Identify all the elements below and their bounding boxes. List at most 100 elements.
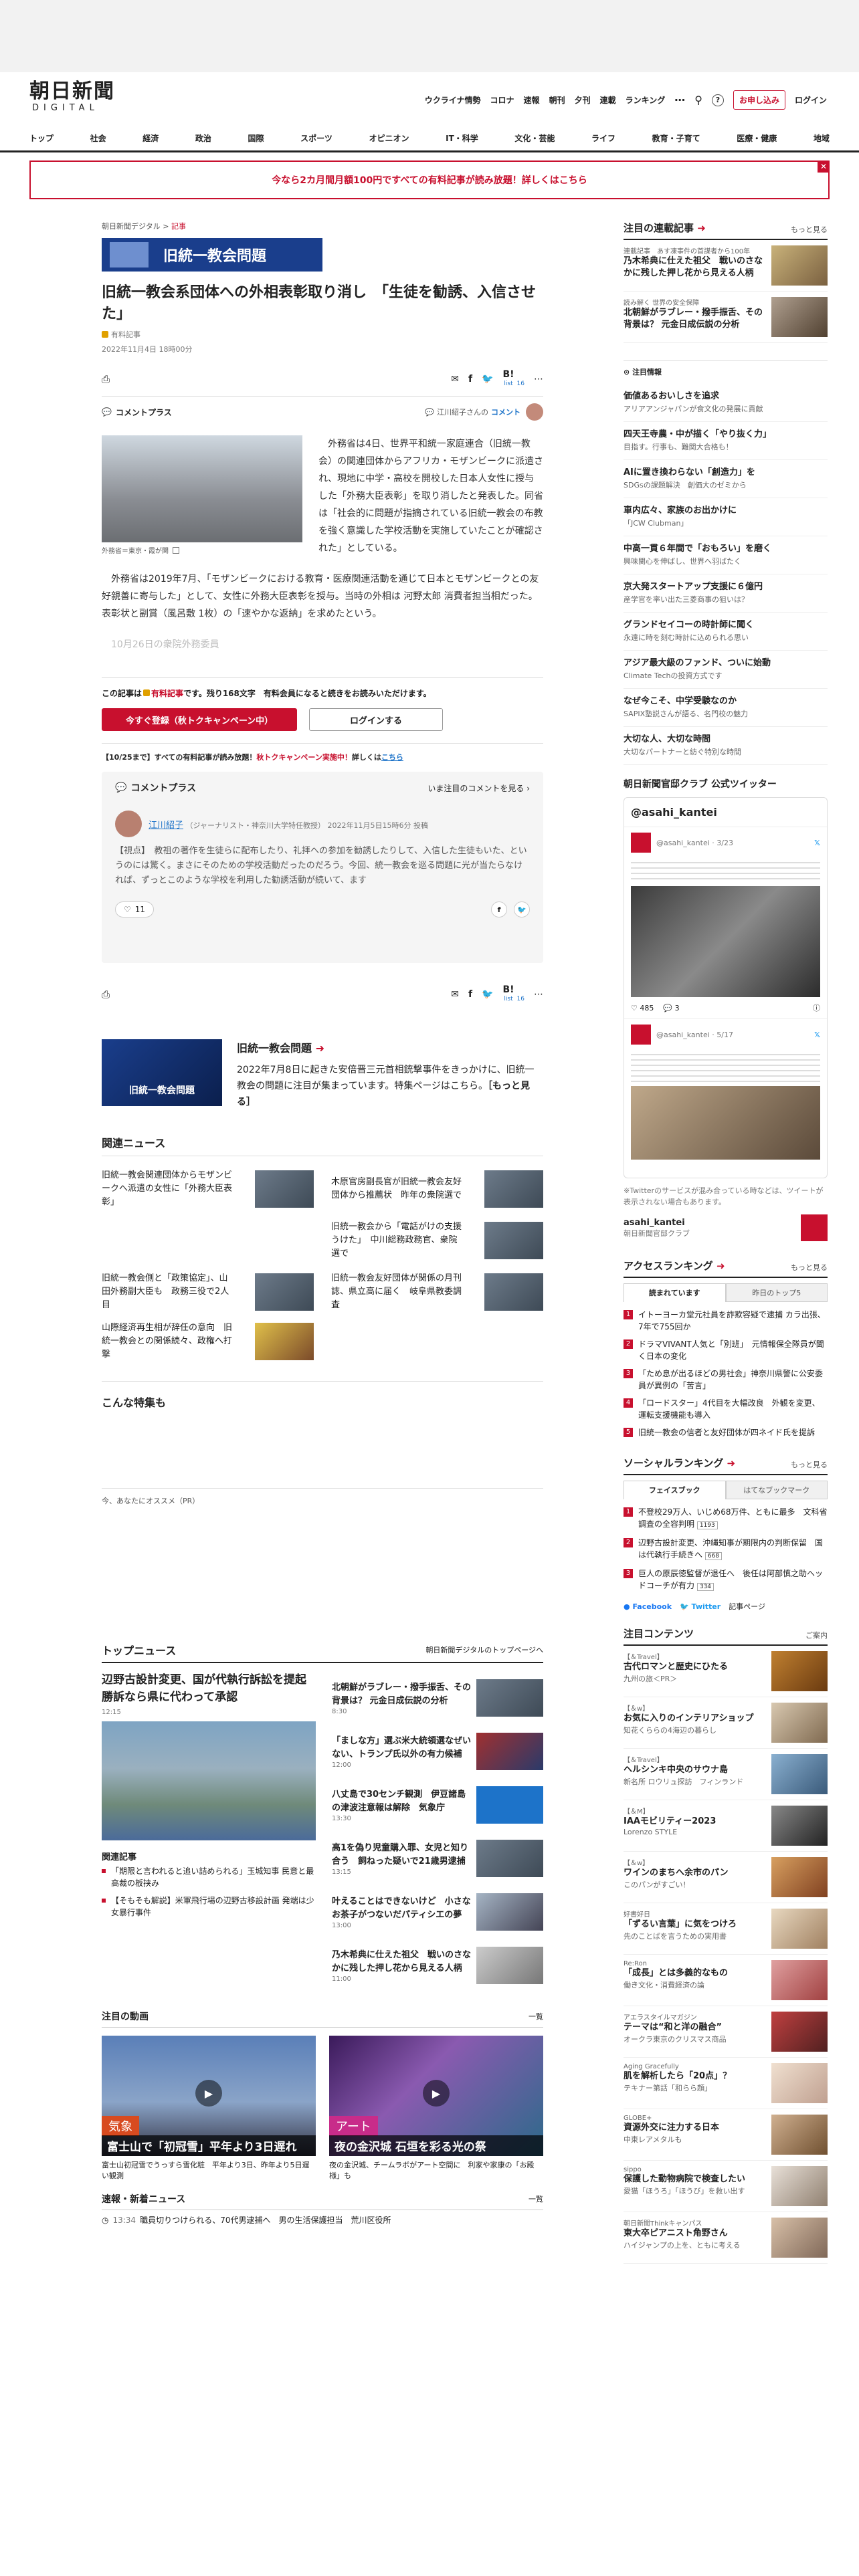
cat-life[interactable]: ライフ (591, 132, 615, 144)
content-item[interactable]: GLOBE+ 資源外交に注力する日本 中東レアメタルも (624, 2109, 828, 2161)
cat-education[interactable]: 教育・子育て (652, 132, 700, 144)
breadcrumb-home[interactable]: 朝日新聞デジタル (102, 222, 161, 231)
play-icon[interactable]: ▶ (423, 2080, 450, 2107)
contents-more-link[interactable]: ご案内 (805, 1630, 828, 1640)
pr-item[interactable]: AIに置き換わらない「創造力」を SDGsの課題解決 創価大のゼミから (624, 460, 828, 498)
ranking-item[interactable]: 2 辺野古設計変更、沖縄知事が期限内の判断保留 国は代執行手続きへ 668 (624, 1534, 828, 1565)
close-icon[interactable]: ✕ (818, 160, 830, 173)
access-more-link[interactable]: もっと見る (791, 1262, 828, 1273)
cat-society[interactable]: 社会 (90, 132, 106, 144)
related-item[interactable]: 木原官房副長官が旧統一教会友好団体から推薦状 昨年の衆院選で (331, 1164, 543, 1214)
see-all-comments-link[interactable]: いま注目のコメントを見る › (427, 782, 530, 794)
play-icon[interactable]: ▶ (195, 2080, 222, 2107)
nav-ukraine[interactable]: ウクライナ情勢 (425, 94, 481, 106)
pr-item[interactable]: 大切な人、大切な時間 大切なパートナーと紡ぐ特別な時間 (624, 727, 828, 765)
content-item[interactable]: Re:Ron 「成長」とは多義的なもの 働き文化・消費経済の論 (624, 1955, 828, 2006)
series-item[interactable]: 読み解く 世界の安全保障 北朝鮮がラブレー・撥手振舌、その背景は？ 元金日成伝説の… (624, 292, 828, 343)
cat-it-science[interactable]: IT・科学 (446, 132, 478, 144)
more-icon[interactable]: ⋯ (674, 94, 685, 106)
pr-item[interactable]: 中高一貫６年間で「おもろい」を磨く 興味関心を伸ばし、世界へ羽ばたく (624, 536, 828, 574)
ranking-item[interactable]: 1 イトーヨーカ堂元社員を詐欺容疑で逮捕 カラ出張、7年で755回か (624, 1306, 828, 1335)
top-news-item[interactable]: 北朝鮮がラブレー・撥手振舌、その背景は？ 元金日成伝説の分析 8:30 (332, 1671, 543, 1725)
tab-hatena[interactable]: はてなブックマーク (725, 1481, 828, 1499)
nav-corona[interactable]: コロナ (490, 94, 514, 106)
heart-icon[interactable]: ♡ 485 (631, 1004, 654, 1012)
tweet-photo[interactable] (631, 886, 820, 997)
content-item[interactable]: 【＆M】 IAAモビリティー2023 Lorenzo STYLE (624, 1800, 828, 1852)
content-item[interactable]: 朝日新聞Thinkキャンパス 東大卒ピアニスト角野さん ハイジャンプの上を、ともに考… (624, 2212, 828, 2264)
search-icon[interactable]: ⚲ (694, 94, 702, 106)
print-icon[interactable]: ⎙ (102, 373, 110, 385)
top-news-item[interactable]: 高1を偽り児童購入罪、女児と知り合う 飼ねった疑いで21歳男逮捕 13:15 (332, 1832, 543, 1885)
special-badge[interactable]: 旧統一教会問題 (102, 238, 322, 272)
breadcrumb-article[interactable]: 記事 (171, 222, 186, 231)
site-logo[interactable]: 朝日新聞 DIGITAL (29, 80, 116, 118)
list-link[interactable]: list (504, 381, 512, 387)
related-item[interactable]: 山際経済再生相が辞任の意向 旧統一教会との関係続々、政権へ打撃 (102, 1317, 314, 1366)
series-item[interactable]: 連載記事 あす凍事件の首謀者から100年 乃木希典に仕えた祖父 戦いのさなかに残し… (624, 240, 828, 292)
related-item[interactable]: 旧統一教会側と「政策協定」、山田外務副大臣も 政務三役で2人目 (102, 1267, 314, 1317)
ranking-item[interactable]: 3 巨人の原辰徳監督が退任へ 後任は阿部慎之助ヘッドコーチが有力 334 (624, 1565, 828, 1596)
cat-top[interactable]: トップ (29, 132, 54, 144)
commenter-link[interactable]: コメント (491, 407, 520, 417)
content-item[interactable]: Aging Gracefully 肌を解析したら「20点」？ テキナー第話「和らら顔… (624, 2058, 828, 2109)
cat-culture[interactable]: 文化・芸能 (514, 132, 555, 144)
cat-health[interactable]: 医療・健康 (737, 132, 777, 144)
related-item[interactable]: 旧統一教会関連団体からモザンビークへ派遣の女性に「外務大臣表彰」 (102, 1164, 314, 1214)
nav-series[interactable]: 連載 (600, 94, 616, 106)
top-news-item[interactable]: 乃木希典に仕えた祖父 戦いのさなかに残した押し花から見える人柄 11:00 (332, 1939, 543, 1992)
mail-icon[interactable]: ✉ (451, 989, 459, 1000)
campaign-banner[interactable]: 今なら2カ月間月額100円ですべての有料記事が読み放題！詳しくはこちら ✕ (29, 160, 830, 199)
nav-evening[interactable]: 夕刊 (575, 94, 591, 106)
cat-region[interactable]: 地域 (814, 132, 830, 144)
cat-opinion[interactable]: オピニオン (369, 132, 409, 144)
special-feature[interactable]: 旧統一教会問題 旧統一教会問題 ➜ 2022年7月8日に起きた安倍晋三元首相銃撃… (102, 1039, 543, 1110)
more-icon[interactable]: ⋯ (534, 989, 543, 1000)
pr-item[interactable]: なぜ今こそ、中学受験なのか SAPIX塾説さんが語る、名門校の魅力 (624, 689, 828, 727)
related-article[interactable]: 【そもそも解説】米軍飛行場の辺野古移設計画 発端は少女暴行事件 (102, 1892, 316, 1921)
video-item[interactable]: ▶ アート 夜の金沢城 石垣を彩る光の祭 夜の金沢城、チームラボがアート空間に … (329, 2036, 543, 2181)
info-icon[interactable]: ⓘ (813, 1002, 820, 1013)
videos-more-link[interactable]: 一覧 (529, 2011, 543, 2022)
nav-breaking[interactable]: 速報 (524, 94, 540, 106)
pr-item[interactable]: 価値あるおいしさを追求 アリアアンジャパンが食文化の発展に貢献 (624, 384, 828, 422)
facebook-link[interactable]: ● Facebook (624, 1602, 672, 1611)
tab-read[interactable]: 読まれています (624, 1283, 726, 1302)
top-news-lead-title[interactable]: 辺野古設計変更、国が代執行訴訟を提起 勝訴なら県に代わって承認 (102, 1671, 318, 1706)
print-icon[interactable]: ⎙ (102, 988, 110, 1000)
video-item[interactable]: ▶ 気象 富士山で「初冠雪」平年より3日遅れ 富士山初冠雪でうっすら雪化粧 平年… (102, 2036, 316, 2181)
commenter-name[interactable]: 江川紹子 (149, 821, 183, 831)
reply-icon[interactable]: 💬 3 (663, 1004, 679, 1012)
tab-facebook[interactable]: フェイスブック (624, 1481, 726, 1499)
flash-item[interactable]: ◷ 13:34 職員切りつけられる、70代男逮捕へ 男の生活保護担当 荒川区役所 (102, 2214, 543, 2226)
hatena-icon[interactable]: B! list (502, 370, 514, 388)
top-news-item[interactable]: 「ましな方」選ぶ米大統領選なぜいない、トランプ氏以外の有力候補 12:00 (332, 1725, 543, 1778)
content-item[interactable]: 【＆w】 ワインのまちへ余市のパン このパンがすごい！ (624, 1852, 828, 1903)
login-button[interactable]: ログインする (309, 708, 443, 731)
expand-icon[interactable] (173, 546, 179, 554)
like-button[interactable]: ♡ 11 (115, 901, 155, 918)
help-icon[interactable]: ? (711, 94, 724, 106)
ranking-item[interactable]: 2 ドラマVIVANT人気と「別班」 元情報保全隊員が聞く日本の変化 (624, 1335, 828, 1365)
ranking-item[interactable]: 5 旧統一教会の信者と友好団体が四ネイド氏を提訴 (624, 1424, 828, 1441)
article-photo[interactable] (102, 435, 302, 542)
cat-international[interactable]: 国際 (248, 132, 264, 144)
content-item[interactable]: sippo 保護した動物病院で検査したい 愛猫「ほうろ」「ほうび」を救い出す (624, 2161, 828, 2212)
cat-politics[interactable]: 政治 (195, 132, 211, 144)
register-button[interactable]: 今すぐ登録（秋トクキャンペーン中） (102, 708, 297, 731)
cat-sports[interactable]: スポーツ (300, 132, 332, 144)
twitter-icon[interactable]: 🐦 (514, 901, 530, 918)
more-icon[interactable]: ⋯ (534, 374, 543, 385)
twitter-profile[interactable]: asahi_kantei 朝日新聞官邸クラブ (624, 1214, 828, 1241)
tweet-photo[interactable] (631, 1086, 820, 1160)
series-more-link[interactable]: もっと見る (791, 224, 828, 235)
content-item[interactable]: アエラスタイルマガジン テーマは“和と洋の融合” オークラ東京のクリスマス商品 (624, 2006, 828, 2058)
top-news-item[interactable]: 叶えることはできないけど 小さなお茶子がつないだパティシエの夢 13:00 (332, 1885, 543, 1939)
feed-link[interactable]: 記事ページ (729, 1601, 765, 1612)
pr-item[interactable]: グランドセイコーの時計師に聞く 永遠に時を刻む時計に込められる思い (624, 613, 828, 651)
facebook-icon[interactable]: f (468, 374, 472, 385)
promo-link[interactable]: こちら (381, 753, 403, 762)
pr-item[interactable]: 車内広々、家族のお出かけに 「JCW Clubman」 (624, 498, 828, 536)
content-item[interactable]: 好書好日 「ずるい言葉」に気をつけろ 先のことばを言うための実用書 (624, 1903, 828, 1955)
twitter-link[interactable]: 🐦 Twitter (680, 1602, 721, 1611)
